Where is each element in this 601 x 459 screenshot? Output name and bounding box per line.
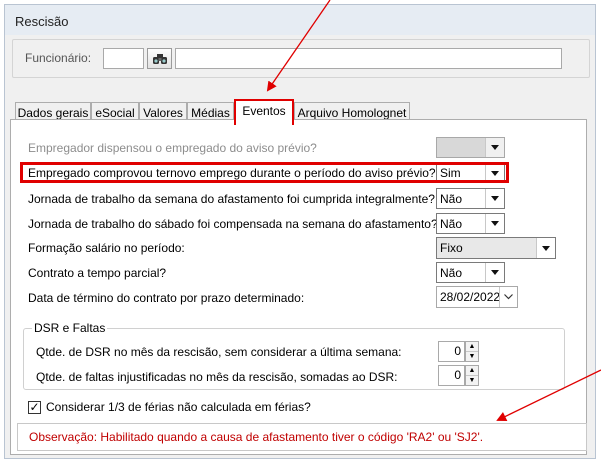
- data-termino-picker[interactable]: 28/02/2022: [436, 286, 518, 308]
- jornada-semana-combo[interactable]: Não: [436, 188, 505, 209]
- title-bar: Rescisão: [5, 5, 595, 35]
- ferias-label: Considerar 1/3 de férias não calculada e…: [46, 400, 311, 414]
- dispensou-label: Empregador dispensou o empregado do avis…: [28, 141, 317, 155]
- formacao-salario-label: Formação salário no período:: [28, 241, 185, 255]
- observacao-text: Observação: Habilitado quando a causa de…: [29, 430, 484, 444]
- qtde-dsr-label: Qtde. de DSR no mês da rescisão, sem con…: [36, 345, 402, 359]
- jornada-semana-value: Não: [440, 192, 463, 206]
- chevron-down-icon: [485, 189, 504, 208]
- jornada-sabado-value: Não: [440, 217, 463, 231]
- jornada-sabado-label: Jornada de trabalho do sábado foi compen…: [28, 217, 438, 231]
- search-button[interactable]: [147, 48, 172, 69]
- tempo-parcial-combo[interactable]: Não: [436, 262, 505, 283]
- dispensou-combo: [436, 137, 505, 158]
- chevron-down-icon: [485, 263, 504, 282]
- spinner-buttons[interactable]: ▲ ▼: [465, 365, 479, 386]
- binoculars-icon: [152, 53, 167, 64]
- tempo-parcial-label: Contrato a tempo parcial?: [28, 266, 167, 280]
- highlight-box-novo-emprego: [20, 162, 509, 183]
- up-arrow-icon[interactable]: ▲: [466, 342, 478, 351]
- chevron-down-icon: [485, 214, 504, 233]
- window-title: Rescisão: [15, 14, 69, 29]
- qtde-faltas-label: Qtde. de faltas injustificadas no mês da…: [36, 370, 398, 384]
- observacao-box: Observação: Habilitado quando a causa de…: [17, 423, 587, 451]
- qtde-dsr-input[interactable]: 0: [438, 341, 465, 362]
- tempo-parcial-value: Não: [440, 266, 463, 280]
- ferias-checkbox[interactable]: ✓: [28, 401, 41, 414]
- jornada-sabado-combo[interactable]: Não: [436, 213, 505, 234]
- qtde-dsr-spinner[interactable]: 0 ▲ ▼: [438, 341, 480, 362]
- up-arrow-icon[interactable]: ▲: [466, 366, 478, 375]
- qtde-faltas-spinner[interactable]: 0 ▲ ▼: [438, 365, 480, 386]
- chevron-down-icon: [499, 287, 517, 307]
- funcionario-group: Funcionário:: [12, 39, 590, 78]
- spinner-buttons[interactable]: ▲ ▼: [465, 341, 479, 362]
- down-arrow-icon[interactable]: ▼: [466, 351, 478, 361]
- tab-eventos[interactable]: Eventos: [234, 99, 294, 125]
- formacao-salario-value: Fixo: [440, 241, 463, 255]
- qtde-faltas-input[interactable]: 0: [438, 365, 465, 386]
- data-termino-label: Data de término do contrato por prazo de…: [28, 291, 305, 305]
- funcionario-name-input[interactable]: [175, 48, 562, 69]
- chevron-down-icon: [536, 238, 555, 258]
- data-termino-value: 28/02/2022: [440, 290, 501, 304]
- chevron-down-icon: [485, 138, 504, 157]
- formacao-salario-combo[interactable]: Fixo: [436, 237, 556, 259]
- dsr-faltas-title: DSR e Faltas: [32, 321, 108, 336]
- funcionario-code-input[interactable]: [103, 48, 144, 69]
- down-arrow-icon[interactable]: ▼: [466, 375, 478, 385]
- funcionario-label: Funcionário:: [25, 51, 92, 65]
- jornada-semana-label: Jornada de trabalho da semana do afastam…: [28, 192, 435, 206]
